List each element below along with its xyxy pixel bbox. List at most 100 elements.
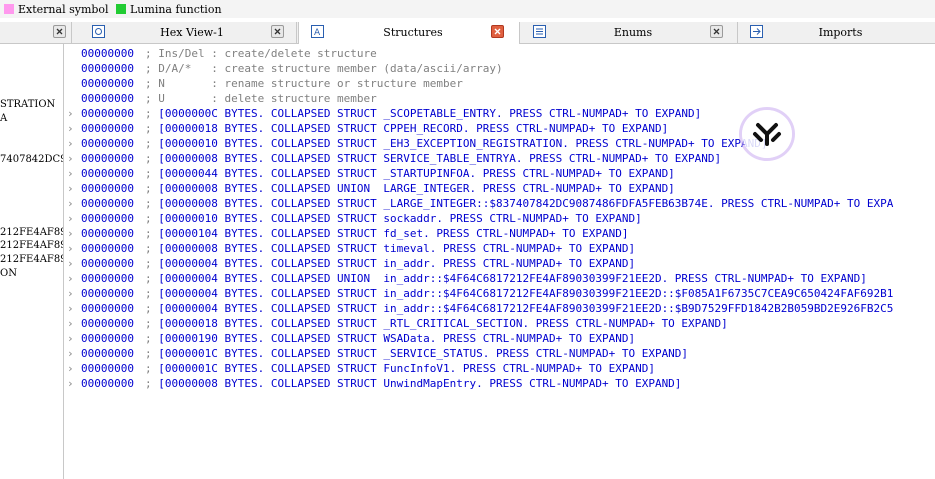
comment-text: ; N : rename structure or structure memb… xyxy=(145,77,463,90)
comment-semicolon: ; xyxy=(145,272,159,285)
address: 00000000 xyxy=(81,302,134,315)
address: 00000000 xyxy=(81,182,134,195)
comment-semicolon: ; xyxy=(145,137,159,150)
legend-item-external-symbol: External symbol xyxy=(4,2,109,16)
tab-hex-view[interactable]: Hex View-1 xyxy=(80,22,297,43)
comment-text: ; D/A/* : create structure member (data/… xyxy=(145,62,503,75)
comment-semicolon: ; xyxy=(145,302,159,315)
expand-chevron-icon[interactable]: › xyxy=(67,286,77,301)
expand-chevron-icon[interactable]: › xyxy=(67,241,77,256)
left-pane-item[interactable]: ON xyxy=(0,268,17,279)
left-pane-item[interactable]: 212FE4AF89( xyxy=(0,254,63,265)
comment-semicolon: ; xyxy=(145,182,159,195)
struct-summary: [00000044 BYTES. COLLAPSED STRUCT _START… xyxy=(158,167,675,180)
expand-chevron-icon[interactable]: › xyxy=(67,181,77,196)
address: 00000000 xyxy=(81,167,134,180)
expand-chevron-icon[interactable]: › xyxy=(67,271,77,286)
expand-chevron-icon[interactable]: › xyxy=(67,331,77,346)
struct-summary: [00000008 BYTES. COLLAPSED UNION LARGE_I… xyxy=(158,182,675,195)
struct-summary: [00000010 BYTES. COLLAPSED STRUCT _EH3_E… xyxy=(158,137,768,150)
struct-summary: [00000008 BYTES. COLLAPSED STRUCT timeva… xyxy=(158,242,636,255)
struct-text: ; [00000010 BYTES. COLLAPSED STRUCT sock… xyxy=(145,211,642,226)
legend-swatch-lumina-function xyxy=(116,4,126,14)
address: 00000000 xyxy=(81,377,134,390)
left-pane-item[interactable]: 7407842DC9( xyxy=(0,154,63,165)
struct-text: ; [00000004 BYTES. COLLAPSED STRUCT in_a… xyxy=(145,286,893,301)
address: 00000000 xyxy=(81,77,134,90)
struct-text: ; [0000001C BYTES. COLLAPSED STRUCT Func… xyxy=(145,361,655,376)
left-pane-item[interactable]: A xyxy=(0,113,7,124)
comment-row: 00000000 ; D/A/* : create structure memb… xyxy=(64,61,503,76)
imports-icon xyxy=(750,25,763,38)
expand-chevron-icon[interactable]: › xyxy=(67,376,77,391)
comment-semicolon: ; xyxy=(145,317,159,330)
expand-chevron-icon[interactable]: › xyxy=(67,151,77,166)
assistant-badge-icon[interactable] xyxy=(742,110,792,158)
struct-text: ; [00000008 BYTES. COLLAPSED UNION LARGE… xyxy=(145,181,675,196)
tab-bar: Hex View-1 A Structures Enums Imports xyxy=(0,22,935,44)
address: 00000000 xyxy=(81,197,134,210)
expand-chevron-icon[interactable]: › xyxy=(67,256,77,271)
left-pane-item[interactable]: 212FE4AF89( xyxy=(0,227,63,238)
expand-chevron-icon[interactable]: › xyxy=(67,106,77,121)
struct-summary: [00000018 BYTES. COLLAPSED STRUCT _RTL_C… xyxy=(158,317,728,330)
structure-icon: A xyxy=(311,25,324,38)
address: 00000000 xyxy=(81,332,134,345)
tab-imports[interactable]: Imports xyxy=(738,22,935,43)
struct-text: ; [0000000C BYTES. COLLAPSED STRUCT _SCO… xyxy=(145,106,701,121)
tab-left-pane[interactable] xyxy=(0,22,72,43)
close-icon[interactable] xyxy=(271,25,284,38)
expand-chevron-icon[interactable]: › xyxy=(67,226,77,241)
close-icon[interactable] xyxy=(53,25,66,38)
tab-label: Structures xyxy=(383,26,443,39)
hex-view-icon xyxy=(92,25,105,38)
legend-item-lumina-function: Lumina function xyxy=(116,2,222,16)
comment-text: ; U : delete structure member xyxy=(145,92,377,105)
struct-summary: [00000010 BYTES. COLLAPSED STRUCT sockad… xyxy=(158,212,642,225)
struct-text: ; [00000104 BYTES. COLLAPSED STRUCT fd_s… xyxy=(145,226,628,241)
comment-row: 00000000 ; U : delete structure member xyxy=(64,91,377,106)
enums-icon xyxy=(533,25,546,38)
comment-semicolon: ; xyxy=(145,197,159,210)
address: 00000000 xyxy=(81,152,134,165)
struct-text: ; [00000008 BYTES. COLLAPSED STRUCT _LAR… xyxy=(145,196,893,211)
comment-semicolon: ; xyxy=(145,347,159,360)
expand-chevron-icon[interactable]: › xyxy=(67,361,77,376)
struct-text: ; [00000190 BYTES. COLLAPSED STRUCT WSAD… xyxy=(145,331,635,346)
struct-summary: [0000000C BYTES. COLLAPSED STRUCT _SCOPE… xyxy=(158,107,702,120)
struct-summary: [0000001C BYTES. COLLAPSED STRUCT _SERVI… xyxy=(158,347,689,360)
comment-semicolon: ; xyxy=(145,227,159,240)
tab-structures[interactable]: A Structures xyxy=(298,22,520,44)
expand-chevron-icon[interactable]: › xyxy=(67,211,77,226)
expand-chevron-icon[interactable]: › xyxy=(67,121,77,136)
struct-text: ; [00000018 BYTES. COLLAPSED STRUCT _RTL… xyxy=(145,316,728,331)
expand-chevron-icon[interactable]: › xyxy=(67,196,77,211)
comment-semicolon: ; xyxy=(145,167,159,180)
struct-text: ; [00000008 BYTES. COLLAPSED STRUCT Unwi… xyxy=(145,376,681,391)
structures-listing[interactable]: 00000000 ; Ins/Del : create/delete struc… xyxy=(64,44,935,479)
left-pane-item[interactable]: 212FE4AF89( xyxy=(0,240,63,251)
left-pane-item[interactable]: STRATION xyxy=(0,99,55,110)
expand-chevron-icon[interactable]: › xyxy=(67,166,77,181)
struct-summary: [00000004 BYTES. COLLAPSED STRUCT in_add… xyxy=(158,302,894,315)
comment-row: 00000000 ; Ins/Del : create/delete struc… xyxy=(64,46,377,61)
expand-chevron-icon[interactable]: › xyxy=(67,301,77,316)
expand-chevron-icon[interactable]: › xyxy=(67,316,77,331)
struct-text: ; [00000008 BYTES. COLLAPSED STRUCT SERV… xyxy=(145,151,721,166)
legend-label: Lumina function xyxy=(130,2,222,16)
close-icon[interactable] xyxy=(710,25,723,38)
expand-chevron-icon[interactable]: › xyxy=(67,346,77,361)
address: 00000000 xyxy=(81,92,134,105)
address: 00000000 xyxy=(81,227,134,240)
comment-semicolon: ; xyxy=(145,212,159,225)
legend-label: External symbol xyxy=(18,2,109,16)
left-pane[interactable]: STRATION A 7407842DC9( 212FE4AF89( 212FE… xyxy=(0,44,64,479)
expand-chevron-icon[interactable]: › xyxy=(67,136,77,151)
close-icon[interactable] xyxy=(491,25,504,38)
legend-swatch-external-symbol xyxy=(4,4,14,14)
struct-summary: [00000018 BYTES. COLLAPSED STRUCT CPPEH_… xyxy=(158,122,669,135)
address: 00000000 xyxy=(81,242,134,255)
struct-text: ; [00000044 BYTES. COLLAPSED STRUCT _STA… xyxy=(145,166,675,181)
address: 00000000 xyxy=(81,47,134,60)
tab-enums[interactable]: Enums xyxy=(521,22,738,43)
